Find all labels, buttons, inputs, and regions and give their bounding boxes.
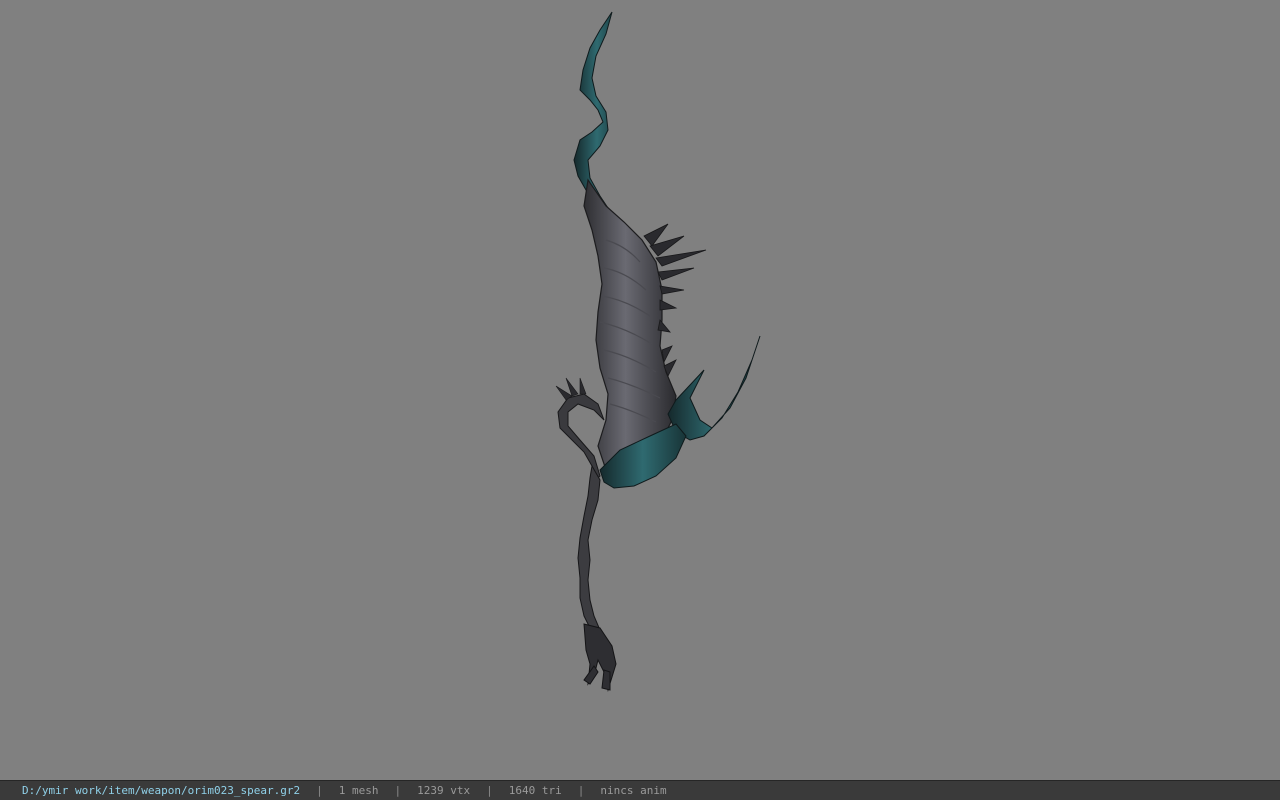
status-separator: | bbox=[577, 784, 585, 797]
vertex-count-label: 1239 vtx bbox=[417, 784, 471, 797]
left-hook bbox=[557, 393, 605, 481]
status-bar: D:/ymir work/item/weapon/orim023_spear.g… bbox=[0, 780, 1280, 800]
triangle-count-label: 1640 tri bbox=[508, 784, 562, 797]
spear-model bbox=[555, 11, 761, 692]
animation-status-label: nincs anim bbox=[600, 784, 667, 797]
right-prong bbox=[667, 335, 761, 441]
status-separator: | bbox=[394, 784, 402, 797]
model-viewport[interactable] bbox=[0, 0, 1280, 780]
status-separator: | bbox=[316, 784, 323, 797]
file-path-label: D:/ymir work/item/weapon/orim023_spear.g… bbox=[22, 784, 301, 797]
bottom-claw bbox=[583, 623, 617, 692]
handle bbox=[577, 464, 601, 633]
status-separator: | bbox=[486, 784, 493, 797]
mesh-count-label: 1 mesh bbox=[338, 784, 379, 797]
